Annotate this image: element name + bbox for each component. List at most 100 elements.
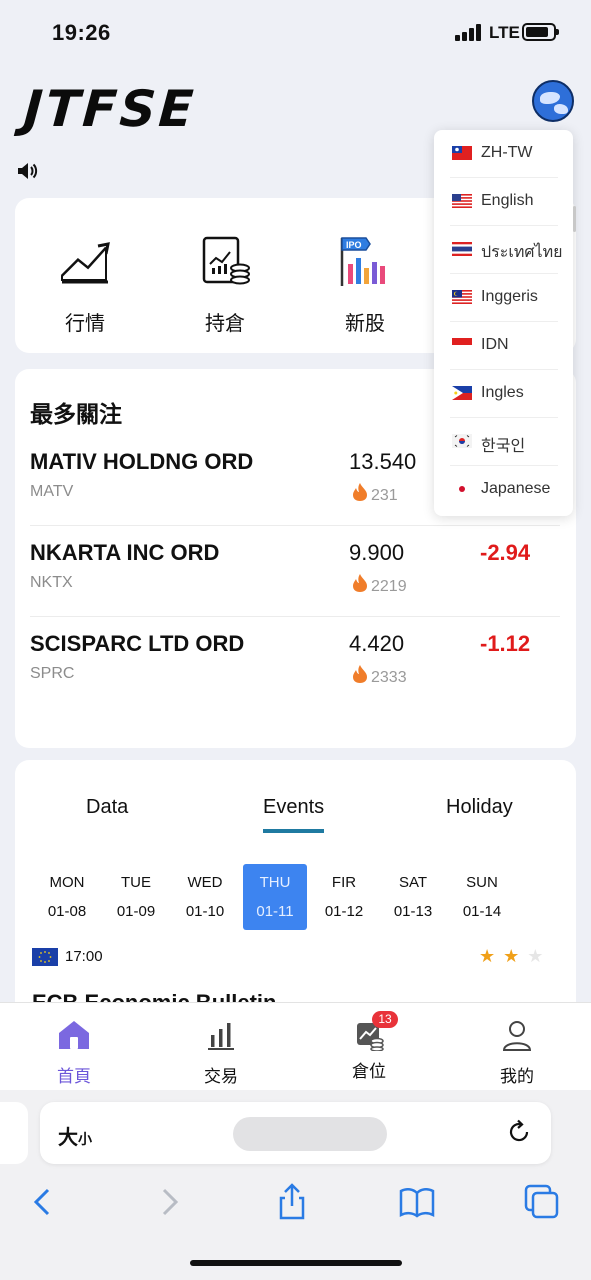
day-tue[interactable]: TUE 01-09 [104, 864, 168, 930]
back-icon[interactable] [22, 1182, 62, 1222]
day-name: SAT [398, 874, 428, 891]
tab-events[interactable]: Events [263, 796, 325, 833]
stock-change: -1.12 [480, 631, 531, 656]
bottom-tab-bar: 首頁 交易 13 倉位 我的 [0, 1002, 591, 1090]
star-icon: ★ [479, 946, 504, 966]
position-icon-wrap: 13 [351, 1011, 398, 1052]
day-date: 01-09 [116, 903, 156, 920]
menu-ipo[interactable]: IPO 新股 [310, 234, 420, 336]
heat-count: 2333 [371, 669, 407, 686]
day-thu[interactable]: THU 01-11 [243, 864, 307, 930]
day-sun[interactable]: SUN 01-14 [450, 864, 514, 930]
share-icon[interactable] [272, 1182, 312, 1222]
tab-me[interactable]: 我的 [477, 1019, 557, 1087]
svg-text:IPO: IPO [346, 240, 362, 250]
language-option-ph[interactable]: Ingles [450, 370, 558, 418]
tab-label: 倉位 [352, 1062, 386, 1082]
language-label: ZH-TW [481, 144, 533, 161]
forward-icon[interactable] [150, 1182, 190, 1222]
heat-count: 231 [371, 487, 398, 504]
menu-label: 新股 [345, 311, 385, 335]
status-bar: 19:26 LTE [0, 0, 591, 64]
tabs-icon[interactable] [522, 1182, 562, 1222]
language-option-japanese[interactable]: Japanese [450, 466, 558, 514]
tab-holiday[interactable]: Holiday [446, 796, 513, 819]
day-date: 01-12 [324, 903, 364, 920]
speaker-icon[interactable] [16, 160, 38, 182]
text-size-small: 小 [78, 1132, 92, 1148]
tab-label: 首頁 [57, 1067, 91, 1087]
event-row[interactable]: 17:00 ★★★ [32, 946, 562, 976]
stock-heat: 231 [351, 482, 398, 505]
stock-row[interactable]: NKARTA INC ORD NKTX 9.900 2219 -2.94 [30, 526, 560, 617]
chart-trend-icon [60, 242, 110, 284]
home-icon [59, 1021, 89, 1049]
language-option-korean[interactable]: 한국인 [450, 418, 558, 466]
language-option-idn[interactable]: IDN [450, 322, 558, 370]
day-date: 01-11 [256, 903, 294, 920]
language-label: 한국인 [481, 438, 526, 455]
bookmarks-icon[interactable] [397, 1182, 437, 1222]
address-bar[interactable]: 大小 [40, 1102, 551, 1164]
battery-icon [522, 23, 559, 41]
text-size-large: 大 [58, 1125, 78, 1149]
flag-ph-icon [452, 386, 472, 400]
notification-badge: 13 [372, 1011, 398, 1028]
globe-icon[interactable] [532, 80, 574, 122]
stock-name: SCISPARC LTD ORD [30, 631, 245, 656]
stock-heat: 2333 [351, 664, 407, 687]
holdings-receipt-icon [202, 236, 250, 285]
ipo-icon: IPO [340, 237, 385, 286]
tab-data[interactable]: Data [86, 796, 128, 819]
importance-stars: ★★★ [479, 946, 551, 967]
language-label: ประเทศไทย [481, 244, 563, 261]
day-date: 01-08 [47, 903, 87, 920]
stock-price: 13.540 [349, 449, 417, 474]
stock-price: 9.900 [349, 540, 405, 565]
day-date: 01-13 [393, 903, 433, 920]
language-option-english[interactable]: English [450, 178, 558, 226]
language-label: English [481, 192, 534, 209]
day-sat[interactable]: SAT 01-13 [381, 864, 445, 930]
language-label: Japanese [481, 480, 551, 497]
day-mon[interactable]: MON 01-08 [35, 864, 99, 930]
language-option-malay[interactable]: Inggeris [450, 274, 558, 322]
stock-code: SPRC [30, 665, 75, 682]
flag-tw-icon [452, 146, 472, 160]
language-label: IDN [481, 336, 509, 353]
signal-icon [455, 24, 483, 41]
flag-jp-icon [452, 482, 472, 496]
flag-eu-icon [32, 948, 58, 966]
day-date: 01-10 [185, 903, 225, 920]
day-date: 01-14 [462, 903, 502, 920]
tab-label: 我的 [500, 1067, 534, 1087]
menu-market[interactable]: 行情 [30, 234, 140, 336]
menu-scrollbar[interactable] [573, 206, 576, 232]
tab-label: 交易 [204, 1067, 238, 1087]
language-label: Ingles [481, 384, 524, 401]
url-text[interactable] [233, 1117, 387, 1151]
reload-icon[interactable] [506, 1119, 532, 1145]
user-icon [502, 1021, 532, 1051]
tab-home[interactable]: 首頁 [34, 1019, 114, 1087]
tab-positions[interactable]: 13 倉位 [329, 1011, 409, 1082]
flame-icon [353, 574, 367, 592]
language-option-thai[interactable]: ประเทศไทย [450, 226, 562, 274]
stock-code: NKTX [30, 574, 73, 591]
day-name: TUE [121, 874, 151, 891]
stock-heat: 2219 [351, 573, 407, 596]
day-fri[interactable]: FIR 01-12 [312, 864, 376, 930]
stock-name: MATIV HOLDNG ORD [30, 449, 254, 474]
day-wed[interactable]: WED 01-10 [173, 864, 237, 930]
flame-icon [353, 483, 367, 501]
economic-calendar-card: Data Events Holiday MON 01-08 TUE 01-09 WE… [15, 760, 576, 1005]
language-label: Inggeris [481, 288, 538, 305]
bar-chart-icon [208, 1023, 234, 1050]
menu-holdings[interactable]: 持倉 [170, 234, 280, 336]
text-size-button[interactable]: 大小 [58, 1121, 92, 1150]
language-option-zh-tw[interactable]: ZH-TW [450, 130, 558, 178]
day-name: MON [49, 874, 85, 891]
tab-trade[interactable]: 交易 [181, 1019, 261, 1087]
stock-row[interactable]: SCISPARC LTD ORD SPRC 4.420 2333 -1.12 [30, 617, 560, 708]
previous-tab-edge[interactable] [0, 1102, 28, 1164]
